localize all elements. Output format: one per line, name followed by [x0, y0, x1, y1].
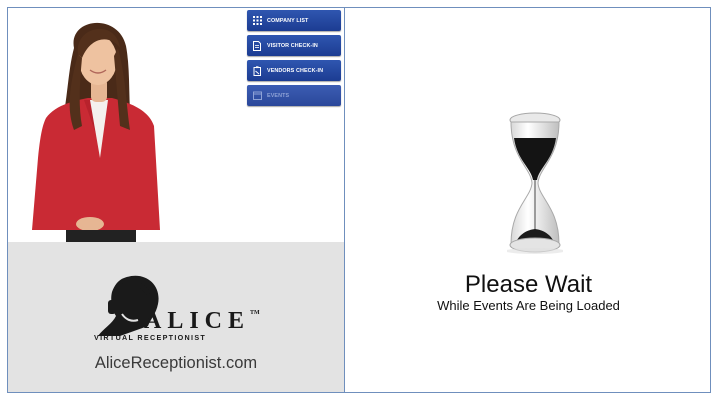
events-label: EVENTS — [267, 92, 290, 99]
company-list-label: COMPANY LIST — [267, 17, 309, 24]
loading-title: Please Wait — [464, 271, 593, 298]
main-menu: COMPANY LIST VISITOR CHECK-IN VENDORS CH… — [247, 10, 341, 110]
calendar-icon — [252, 91, 262, 101]
vendors-check-in-label: VENDORS CHECK-IN — [267, 67, 324, 74]
clipboard-icon — [252, 65, 262, 76]
loading-panel: Please Wait While Events Are Being Loade… — [345, 8, 710, 392]
company-list-button[interactable]: COMPANY LIST — [247, 10, 341, 31]
events-button[interactable]: EVENTS — [247, 85, 341, 106]
loading-message: While Events Are Being Loaded — [437, 298, 620, 313]
website-url: AliceReceptionist.com — [94, 354, 258, 372]
logo-tagline: VIRTUAL RECEPTIONIST — [94, 333, 207, 342]
visitor-check-in-label: VISITOR CHECK-IN — [267, 42, 318, 49]
logo-wordmark: ALICETM — [144, 308, 260, 334]
left-panel: COMPANY LIST VISITOR CHECK-IN VENDORS CH… — [8, 8, 345, 392]
document-icon — [252, 40, 262, 51]
kiosk-window: COMPANY LIST VISITOR CHECK-IN VENDORS CH… — [7, 7, 711, 393]
trademark-symbol: TM — [250, 310, 260, 316]
visitor-check-in-button[interactable]: VISITOR CHECK-IN — [247, 35, 341, 56]
vendors-check-in-button[interactable]: VENDORS CHECK-IN — [247, 60, 341, 81]
grid-icon — [252, 16, 262, 26]
hourglass-icon — [507, 112, 563, 254]
